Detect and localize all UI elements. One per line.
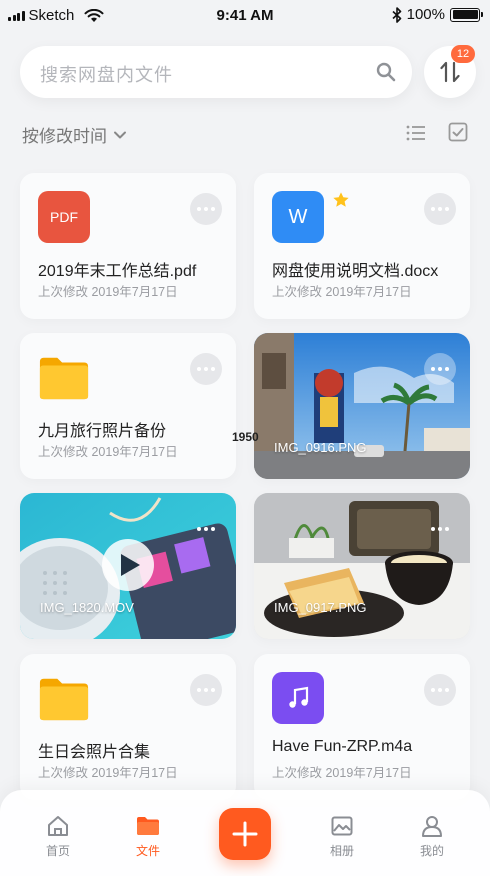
image-card-food[interactable]: IMG_0917.PNG — [254, 493, 470, 639]
video-name: IMG_1820.MOV — [40, 600, 134, 615]
tab-album[interactable]: 相册 — [312, 814, 372, 860]
image-name: IMG_0917.PNG — [274, 600, 367, 615]
chevron-down-icon — [114, 131, 126, 138]
audio-name: Have Fun-ZRP.m4a — [272, 738, 413, 755]
battery-percent: 100% — [406, 6, 445, 23]
bottom-tab-bar: 首页 文件 相册 我的 — [0, 790, 490, 876]
play-icon — [121, 554, 140, 576]
tab-label: 相册 — [329, 844, 354, 858]
more-options-button[interactable] — [424, 193, 456, 225]
stray-text: 1950 — [232, 430, 259, 444]
file-modified-date: 上次修改 2019年7月17日 — [38, 285, 178, 299]
more-options-button[interactable] — [190, 674, 222, 706]
folder-name: 九月旅行照片备份 — [38, 423, 167, 440]
folder-modified-date: 上次修改 2019年7月17日 — [38, 445, 178, 459]
list-view-icon[interactable] — [406, 124, 426, 142]
tab-label: 首页 — [45, 844, 70, 858]
video-card[interactable]: IMG_1820.MOV — [20, 493, 236, 639]
file-card-pdf[interactable]: PDF 2019年末工作总结.pdf 上次修改 2019年7月17日 — [20, 173, 236, 319]
select-checkbox-icon[interactable] — [448, 122, 468, 142]
more-options-button[interactable] — [424, 353, 456, 385]
folder-modified-date: 上次修改 2019年7月17日 — [38, 766, 178, 780]
image-icon — [331, 816, 353, 836]
folder-icon — [38, 351, 90, 403]
image-card-street[interactable]: IMG_0916.PNG — [254, 333, 470, 479]
add-button[interactable] — [219, 808, 271, 860]
folder-icon — [38, 672, 90, 724]
pdf-icon: PDF — [38, 191, 90, 243]
plus-icon — [232, 821, 258, 847]
image-name: IMG_0916.PNG — [274, 440, 367, 455]
folder-card-birthday[interactable]: 生日会照片合集 上次修改 2019年7月17日 — [20, 654, 236, 800]
sort-dropdown[interactable]: 按修改时间 — [22, 122, 127, 147]
search-bar[interactable]: 搜索网盘内文件 — [20, 46, 412, 98]
search-placeholder: 搜索网盘内文件 — [40, 65, 173, 85]
tab-me[interactable]: 我的 — [402, 814, 462, 860]
status-right: 100% — [392, 6, 483, 23]
word-icon-label: W — [288, 205, 308, 228]
file-name: 2019年末工作总结.pdf — [38, 263, 197, 280]
folder-icon — [137, 817, 159, 835]
file-modified-date: 上次修改 2019年7月17日 — [272, 285, 412, 299]
status-bar: Sketch 9:41 AM 100% — [0, 0, 490, 30]
notification-badge: 12 — [451, 45, 475, 63]
folder-card-travel[interactable]: 九月旅行照片备份 上次修改 2019年7月17日 — [20, 333, 236, 479]
sort-arrows-icon — [440, 61, 460, 83]
folder-name: 生日会照片合集 — [38, 744, 151, 761]
file-name: 网盘使用说明文档.docx — [272, 263, 439, 280]
tab-label: 我的 — [419, 844, 444, 858]
more-options-button[interactable] — [190, 193, 222, 225]
file-card-docx[interactable]: W 网盘使用说明文档.docx 上次修改 2019年7月17日 — [254, 173, 470, 319]
sort-label: 按修改时间 — [22, 127, 107, 146]
user-icon — [422, 816, 442, 837]
bluetooth-icon — [392, 6, 401, 23]
more-options-button[interactable] — [424, 674, 456, 706]
word-doc-icon: W — [272, 191, 324, 243]
audio-card[interactable]: Have Fun-ZRP.m4a 上次修改 2019年7月17日 — [254, 654, 470, 800]
more-options-button[interactable] — [424, 513, 456, 545]
more-options-button[interactable] — [190, 353, 222, 385]
tab-label: 文件 — [135, 844, 160, 858]
tab-files[interactable]: 文件 — [118, 814, 178, 860]
pdf-icon-label: PDF — [50, 209, 78, 225]
star-icon — [333, 192, 349, 207]
tab-home[interactable]: 首页 — [28, 814, 88, 860]
search-icon[interactable] — [376, 62, 396, 82]
play-button[interactable] — [102, 539, 154, 591]
battery-icon — [450, 7, 483, 22]
audio-modified-date: 上次修改 2019年7月17日 — [272, 766, 412, 780]
more-options-button[interactable] — [190, 513, 222, 545]
music-note-icon — [272, 672, 324, 724]
home-icon — [48, 816, 68, 836]
